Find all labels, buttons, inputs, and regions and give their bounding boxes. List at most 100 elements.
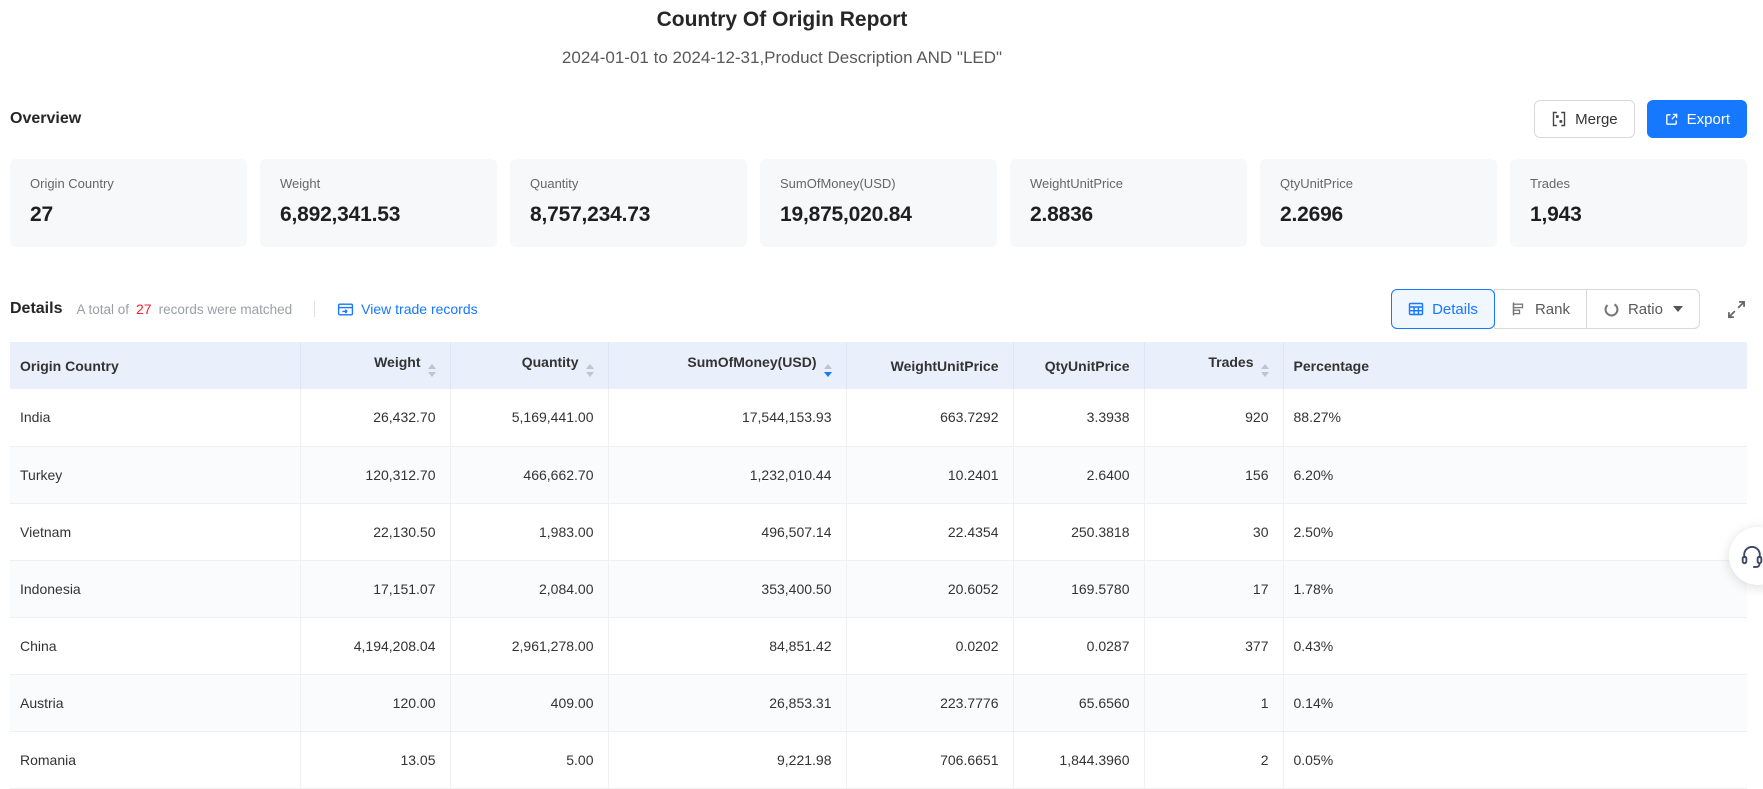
sort-desc-icon [428, 372, 436, 377]
table-cell: India [10, 389, 300, 446]
table-cell: 17,544,153.93 [608, 389, 846, 446]
column-label: Weight [374, 354, 420, 370]
table-cell: 1,844.3960 [1013, 731, 1144, 788]
view-switcher: Details Rank Ratio [1391, 289, 1747, 329]
table-cell: 706.6651 [846, 731, 1013, 788]
table-cell: 496,507.14 [608, 503, 846, 560]
table-cell: 88.27% [1283, 389, 1747, 446]
table-cell: 0.43% [1283, 617, 1747, 674]
overview-actions: Merge Export [1534, 100, 1747, 138]
stat-card: Weight 6,892,341.53 [260, 159, 497, 247]
export-icon [1664, 112, 1679, 127]
stat-card-value: 1,943 [1530, 203, 1727, 227]
sort-control[interactable] [428, 364, 436, 377]
tab-rank[interactable]: Rank [1494, 289, 1587, 329]
table-cell: 2.6400 [1013, 446, 1144, 503]
stat-card: QtyUnitPrice 2.2696 [1260, 159, 1497, 247]
export-button-label: Export [1687, 111, 1730, 128]
column-header-weight[interactable]: Weight [300, 342, 450, 389]
sort-control[interactable] [586, 364, 594, 377]
ratio-pie-icon [1603, 301, 1620, 318]
table-cell: 5.00 [450, 731, 608, 788]
table-cell: 20.6052 [846, 560, 1013, 617]
column-header-sumofmoney-usd-[interactable]: SumOfMoney(USD) [608, 342, 846, 389]
view-mode-group: Details Rank Ratio [1391, 289, 1700, 329]
stat-card-label: Trades [1530, 176, 1727, 192]
table-cell: Vietnam [10, 503, 300, 560]
table-row: Indonesia17,151.072,084.00353,400.5020.6… [10, 560, 1747, 617]
details-summary: Details A total of 27 records were match… [10, 300, 478, 318]
table-cell: 3.3938 [1013, 389, 1144, 446]
tab-ratio-label: Ratio [1628, 301, 1663, 318]
match-summary-prefix: A total of [76, 302, 129, 317]
merge-button[interactable]: Merge [1534, 100, 1635, 138]
column-label: Origin Country [20, 358, 119, 374]
table-cell: 466,662.70 [450, 446, 608, 503]
table-cell: 0.0202 [846, 617, 1013, 674]
table-cell: 409.00 [450, 674, 608, 731]
table-cell: 1,983.00 [450, 503, 608, 560]
table-cell: 2,084.00 [450, 560, 608, 617]
table-icon [1408, 301, 1424, 317]
stat-card-label: Origin Country [30, 176, 227, 192]
chevron-down-icon [1673, 306, 1683, 312]
stat-card-value: 8,757,234.73 [530, 203, 727, 227]
table-cell: 2,961,278.00 [450, 617, 608, 674]
sort-control[interactable] [824, 364, 832, 377]
tab-ratio[interactable]: Ratio [1586, 289, 1700, 329]
match-summary-suffix: records were matched [159, 302, 293, 317]
sort-desc-icon [1261, 372, 1269, 377]
table-cell: Austria [10, 674, 300, 731]
column-header-quantity[interactable]: Quantity [450, 342, 608, 389]
headset-icon [1739, 543, 1763, 569]
table-cell: 10.2401 [846, 446, 1013, 503]
export-button[interactable]: Export [1647, 100, 1747, 138]
merge-button-label: Merge [1575, 111, 1618, 128]
tab-details[interactable]: Details [1391, 289, 1495, 329]
column-header-origin-country: Origin Country [10, 342, 300, 389]
sort-control[interactable] [1261, 364, 1269, 377]
table-cell: 377 [1144, 617, 1283, 674]
stat-card: Trades 1,943 [1510, 159, 1747, 247]
column-label: Percentage [1294, 358, 1369, 374]
table-cell: 84,851.42 [608, 617, 846, 674]
table-cell: 4,194,208.04 [300, 617, 450, 674]
table-cell: China [10, 617, 300, 674]
match-summary: A total of 27 records were matched [76, 301, 292, 317]
view-trade-records-label: View trade records [361, 301, 477, 317]
tab-details-label: Details [1432, 301, 1478, 318]
column-header-weightunitprice: WeightUnitPrice [846, 342, 1013, 389]
stat-card: Origin Country 27 [10, 159, 247, 247]
table-row: India26,432.705,169,441.0017,544,153.936… [10, 389, 1747, 446]
table-cell: 353,400.50 [608, 560, 846, 617]
stat-card: SumOfMoney(USD) 19,875,020.84 [760, 159, 997, 247]
table-cell: 120,312.70 [300, 446, 450, 503]
column-label: WeightUnitPrice [891, 358, 999, 374]
table-cell: 2.50% [1283, 503, 1747, 560]
stat-card: WeightUnitPrice 2.8836 [1010, 159, 1247, 247]
sort-asc-icon [586, 364, 594, 369]
view-trade-records-link[interactable]: View trade records [337, 301, 477, 318]
details-toolbar: Details A total of 27 records were match… [10, 289, 1747, 329]
table-cell: 1 [1144, 674, 1283, 731]
table-cell: 169.5780 [1013, 560, 1144, 617]
column-header-trades[interactable]: Trades [1144, 342, 1283, 389]
table-cell: Turkey [10, 446, 300, 503]
table-cell: 65.6560 [1013, 674, 1144, 731]
table-cell: 17,151.07 [300, 560, 450, 617]
table-cell: Indonesia [10, 560, 300, 617]
fullscreen-button[interactable] [1726, 299, 1747, 320]
table-cell: 0.05% [1283, 731, 1747, 788]
stat-card-value: 2.2696 [1280, 203, 1477, 227]
column-label: SumOfMoney(USD) [687, 354, 816, 370]
table-cell: 1,232,010.44 [608, 446, 846, 503]
table-cell: 120.00 [300, 674, 450, 731]
overview-cards: Origin Country 27 Weight 6,892,341.53 Qu… [10, 159, 1747, 247]
overview-heading: Overview [10, 110, 81, 128]
tab-rank-label: Rank [1535, 301, 1570, 318]
stat-card-label: Weight [280, 176, 477, 192]
table-cell: 223.7776 [846, 674, 1013, 731]
table-cell: 22,130.50 [300, 503, 450, 560]
table-cell: 156 [1144, 446, 1283, 503]
table-cell: 9,221.98 [608, 731, 846, 788]
